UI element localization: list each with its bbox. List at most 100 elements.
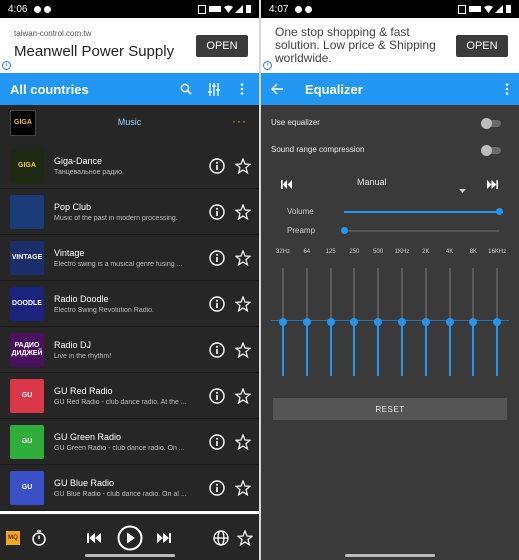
info-icon[interactable] — [209, 479, 225, 496]
battery-icon — [246, 5, 251, 13]
station-row[interactable]: GU GU Red Radio GU Red Radio - club dance … — [0, 373, 259, 419]
station-list: GIGA Giga-Dance Танцевальное радио. Pop Clu… — [0, 143, 259, 511]
preset-value[interactable]: Manual — [357, 177, 387, 187]
quality-badge[interactable]: MQ — [6, 531, 20, 545]
sound-range-toggle[interactable] — [481, 145, 501, 156]
ad-open-button[interactable]: OPEN — [456, 35, 508, 57]
star-icon[interactable] — [234, 294, 252, 312]
toggle-knob — [481, 118, 492, 129]
wifi-icon — [224, 5, 233, 13]
band-slider[interactable] — [445, 268, 454, 376]
band-label: 500 — [373, 249, 384, 255]
info-icon[interactable] — [209, 433, 225, 450]
genre-bar[interactable]: GIGA Music ··· — [0, 105, 259, 143]
band-label: 250 — [349, 249, 360, 255]
ad-banner[interactable]: One stop shopping & fast solution. Low p… — [261, 18, 519, 73]
preamp-label: Preamp — [287, 226, 316, 235]
equalizer-icon[interactable] — [207, 82, 221, 96]
station-row[interactable]: GIGA Giga-Dance Танцевальное радио. — [0, 143, 259, 189]
band-slider[interactable] — [374, 268, 383, 376]
search-icon[interactable] — [179, 82, 193, 96]
star-icon[interactable] — [234, 156, 252, 174]
preamp-slider-thumb[interactable] — [340, 227, 348, 234]
info-icon[interactable] — [209, 341, 225, 358]
preamp-track[interactable] — [344, 230, 499, 232]
star-icon[interactable] — [234, 202, 252, 220]
star-icon[interactable] — [234, 432, 252, 450]
skip-previous-icon[interactable] — [281, 176, 292, 194]
band-slider[interactable] — [398, 268, 406, 376]
band-fill — [448, 322, 451, 376]
band-label: 16KHz — [488, 249, 507, 255]
station-description: Electro Swing Revolution Radio. — [54, 306, 154, 314]
station-logo — [10, 194, 44, 229]
station-row[interactable]: Pop Club Music of the past in modern proc… — [0, 189, 259, 235]
band-slider[interactable] — [421, 268, 430, 376]
sleep-timer-icon[interactable] — [30, 529, 48, 547]
status-time: 4:07 — [269, 3, 289, 15]
band-slider[interactable] — [469, 268, 478, 376]
station-text: Radio Doodle Electro Swing Revolution Rad… — [54, 294, 209, 314]
volume-row: Volume — [261, 207, 519, 219]
previous-icon[interactable] — [86, 530, 102, 546]
dropdown-arrow-icon[interactable] — [459, 180, 466, 198]
star-icon[interactable] — [234, 248, 252, 266]
station-name: Pop Club — [54, 201, 92, 212]
equalizer-screen: 4:07 One stop shopping & fast solution. … — [261, 0, 519, 560]
genre-label[interactable]: Music — [0, 117, 259, 127]
info-icon[interactable] — [209, 387, 225, 404]
station-description: Танцевальное радио. — [54, 168, 125, 176]
preset-selector[interactable]: Manual — [261, 172, 519, 194]
back-arrow-icon[interactable] — [271, 82, 285, 96]
star-icon[interactable] — [234, 478, 252, 496]
chat-icon — [44, 5, 52, 13]
use-equalizer-toggle[interactable] — [481, 118, 501, 129]
station-row[interactable]: GU GU Blue Radio GU Blue Radio - club danc… — [0, 465, 259, 511]
station-row[interactable]: GU GU Green Radio GU Green Radio - club da… — [0, 419, 259, 465]
info-icon[interactable] — [209, 249, 225, 266]
sound-range-label: Sound range compression — [271, 145, 365, 154]
info-icon[interactable] — [209, 295, 225, 312]
star-icon[interactable] — [234, 386, 252, 404]
band-label: 4K — [445, 249, 454, 255]
more-vert-icon[interactable] — [235, 82, 249, 96]
globe-icon[interactable] — [212, 529, 230, 547]
use-equalizer-row[interactable]: Use equalizer — [261, 110, 519, 137]
ad-open-button[interactable]: OPEN — [196, 35, 248, 57]
ad-text[interactable]: One stop shopping & fast solution. Low p… — [275, 26, 455, 65]
station-text: GU Blue Radio GU Blue Radio - club dance … — [54, 478, 209, 498]
genre-more-icon[interactable]: ··· — [232, 114, 247, 128]
radio-list-screen: 4:06 taiwan-control.com.tw Meanwell Powe… — [0, 0, 259, 560]
band-slider[interactable] — [493, 268, 502, 376]
station-name: Giga-Dance — [54, 155, 103, 166]
skip-next-icon[interactable] — [487, 176, 498, 194]
ad-info-icon[interactable]: i — [263, 61, 272, 70]
ad-headline[interactable]: Meanwell Power Supply — [14, 43, 174, 60]
band-slider[interactable] — [350, 268, 359, 376]
favorite-star-icon[interactable] — [236, 529, 254, 547]
ad-banner[interactable]: taiwan-control.com.tw Meanwell Power Sup… — [0, 18, 259, 73]
star-icon[interactable] — [234, 340, 252, 358]
ad-info-icon[interactable]: i — [2, 61, 11, 70]
status-bar: 4:06 — [0, 0, 259, 18]
band-slider[interactable] — [279, 268, 287, 376]
sound-range-row[interactable]: Sound range compression — [261, 137, 519, 164]
station-text: Vintage Electro swing is a musical genre … — [54, 248, 209, 268]
next-icon[interactable] — [156, 530, 172, 546]
volume-slider-thumb[interactable] — [495, 208, 503, 215]
station-row[interactable]: VINTAGE Vintage Electro swing is a musical… — [0, 235, 259, 281]
station-row[interactable]: DOODLE Radio Doodle Electro Swing Revoluti… — [0, 281, 259, 327]
band-label: 2K — [422, 249, 430, 255]
nfc-icon — [458, 4, 466, 14]
info-icon[interactable] — [209, 203, 225, 220]
info-icon[interactable] — [209, 157, 225, 174]
station-description: Live in the rhythm! — [54, 352, 112, 360]
band-fill — [282, 322, 284, 376]
play-button[interactable] — [116, 524, 144, 552]
reset-button[interactable]: RESET — [273, 398, 507, 420]
station-row[interactable]: РАДИО ДИДЖЕЙ Radio DJ Live in the rhythm! — [0, 327, 259, 373]
band-slider[interactable] — [326, 268, 335, 376]
band-curve-line — [271, 320, 509, 321]
band-slider[interactable] — [302, 268, 311, 376]
more-vert-icon[interactable] — [505, 83, 509, 95]
